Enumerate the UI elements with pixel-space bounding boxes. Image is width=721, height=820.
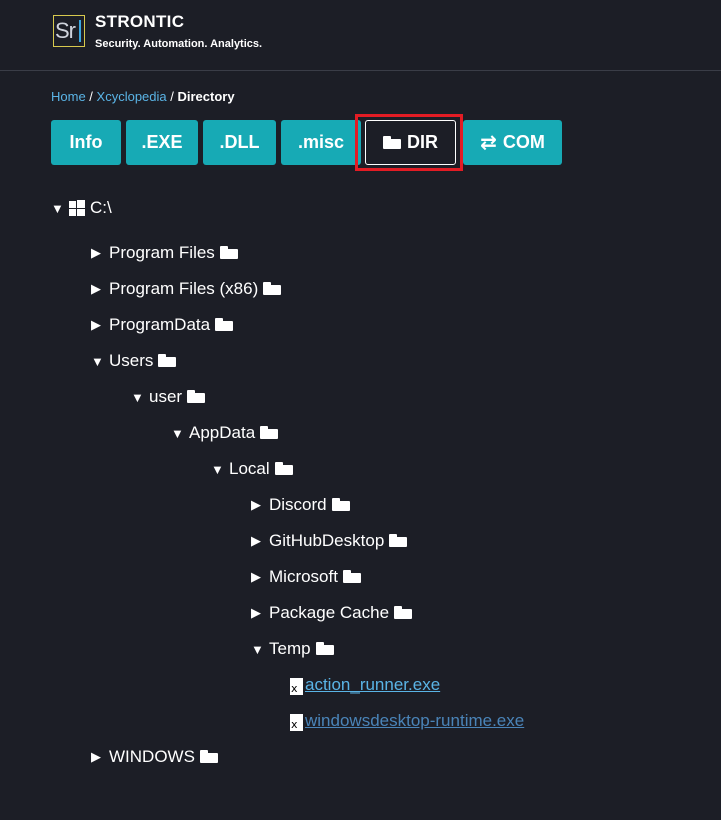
tree-node-local[interactable]: ▼ Local	[211, 458, 293, 480]
tree-node-users[interactable]: ▼ Users	[91, 350, 177, 372]
file-icon: x	[290, 677, 303, 695]
tab-info[interactable]: Info	[51, 120, 121, 165]
folder-icon	[263, 281, 282, 295]
tree-node-label: Local	[229, 459, 270, 478]
logo-text: Sr	[55, 18, 76, 43]
logo-accent	[79, 20, 81, 42]
brand-tagline: Security. Automation. Analytics.	[95, 38, 263, 50]
caret-expanded-icon[interactable]: ▼	[211, 462, 229, 477]
breadcrumb: Home / Xcyclopedia / Directory	[51, 89, 235, 104]
tree-node-discord[interactable]: ▶ Discord	[251, 494, 350, 516]
tab-com[interactable]: ⇄ COM	[463, 120, 562, 165]
tree-node-label: Users	[109, 351, 154, 370]
folder-icon	[187, 389, 206, 403]
breadcrumb-home[interactable]: Home	[51, 89, 86, 104]
tree-node-user[interactable]: ▼ user	[131, 386, 206, 408]
tab-dir[interactable]: DIR	[365, 120, 456, 165]
breadcrumb-separator: /	[85, 89, 97, 104]
tree-node-label: user	[149, 387, 183, 406]
site-header: Sr STRONTIC Security. Automation. Analyt…	[0, 0, 721, 71]
tree-node-githubdesktop[interactable]: ▶ GitHubDesktop	[251, 530, 408, 552]
tree-node-program-files-x86[interactable]: ▶ Program Files (x86)	[91, 278, 282, 300]
tree-node-windows[interactable]: ▶ WINDOWS	[91, 746, 218, 768]
caret-collapsed-icon[interactable]: ▶	[251, 605, 269, 621]
tab-dir-label: DIR	[407, 132, 438, 152]
tab-info-label: Info	[69, 132, 103, 152]
tab-com-label: COM	[502, 132, 545, 152]
tree-node-label: Program Files	[109, 243, 215, 262]
folder-icon	[260, 425, 279, 439]
caret-collapsed-icon[interactable]: ▶	[251, 497, 269, 513]
breadcrumb-current: Directory	[177, 89, 235, 104]
tree-node-label: Microsoft	[269, 567, 338, 586]
folder-icon	[394, 605, 413, 619]
tree-node-microsoft[interactable]: ▶ Microsoft	[251, 566, 361, 588]
caret-collapsed-icon[interactable]: ▶	[91, 281, 109, 297]
file-icon: x	[290, 713, 303, 731]
brand-name[interactable]: STRONTIC	[95, 12, 184, 32]
folder-icon	[219, 245, 238, 259]
tree-node-root[interactable]: ▼ C:\	[51, 197, 112, 219]
folder-icon	[389, 533, 408, 547]
folder-icon	[158, 353, 177, 367]
caret-collapsed-icon[interactable]: ▶	[251, 533, 269, 549]
tab-misc-label: .misc	[297, 132, 345, 152]
breadcrumb-xcyclopedia[interactable]: Xcyclopedia	[97, 89, 167, 104]
tree-node-label: AppData	[189, 423, 256, 442]
tree-node-label: GitHubDesktop	[269, 531, 385, 550]
swap-arrows-icon: ⇄	[480, 132, 497, 154]
caret-expanded-icon[interactable]: ▼	[171, 426, 189, 441]
tree-node-label: C:\	[90, 198, 112, 217]
folder-icon	[215, 317, 234, 331]
caret-expanded-icon[interactable]: ▼	[251, 642, 269, 657]
tree-node-label: Program Files (x86)	[109, 279, 259, 298]
tab-dll-label: .DLL	[219, 132, 260, 152]
file-link-action-runner[interactable]: action_runner.exe	[305, 675, 440, 695]
caret-expanded-icon[interactable]: ▼	[51, 201, 69, 216]
tab-misc[interactable]: .misc	[281, 120, 361, 165]
tree-file-windowsdesktop-runtime: x windowsdesktop-runtime.exe	[290, 710, 524, 732]
caret-collapsed-icon[interactable]: ▶	[91, 317, 109, 333]
tab-exe-label: .EXE	[141, 132, 183, 152]
tree-node-programdata[interactable]: ▶ ProgramData	[91, 314, 234, 336]
strontic-logo[interactable]: Sr	[53, 15, 85, 47]
windows-logo-icon	[69, 200, 85, 216]
tab-exe[interactable]: .EXE	[126, 120, 198, 165]
tree-file-action-runner: x action_runner.exe	[290, 674, 440, 696]
folder-icon	[274, 461, 293, 475]
tree-node-program-files[interactable]: ▶ Program Files	[91, 242, 238, 264]
caret-expanded-icon[interactable]: ▼	[91, 354, 109, 369]
folder-icon	[199, 749, 218, 763]
caret-collapsed-icon[interactable]: ▶	[251, 569, 269, 585]
breadcrumb-separator: /	[166, 89, 178, 104]
tree-node-label: Discord	[269, 495, 327, 514]
caret-collapsed-icon[interactable]: ▶	[91, 749, 109, 765]
caret-expanded-icon[interactable]: ▼	[131, 390, 149, 405]
file-link-windowsdesktop-runtime[interactable]: windowsdesktop-runtime.exe	[305, 711, 524, 731]
tree-node-label: WINDOWS	[109, 747, 195, 766]
tree-node-appdata[interactable]: ▼ AppData	[171, 422, 279, 444]
tab-dll[interactable]: .DLL	[203, 120, 276, 165]
folder-icon	[342, 569, 361, 583]
tree-node-label: Package Cache	[269, 603, 390, 622]
folder-icon	[383, 136, 401, 149]
tree-node-temp[interactable]: ▼ Temp	[251, 638, 334, 660]
tree-node-package-cache[interactable]: ▶ Package Cache	[251, 602, 413, 624]
tree-node-label: Temp	[269, 639, 311, 658]
caret-collapsed-icon[interactable]: ▶	[91, 245, 109, 261]
folder-icon	[315, 641, 334, 655]
folder-icon	[331, 497, 350, 511]
tree-node-label: ProgramData	[109, 315, 211, 334]
